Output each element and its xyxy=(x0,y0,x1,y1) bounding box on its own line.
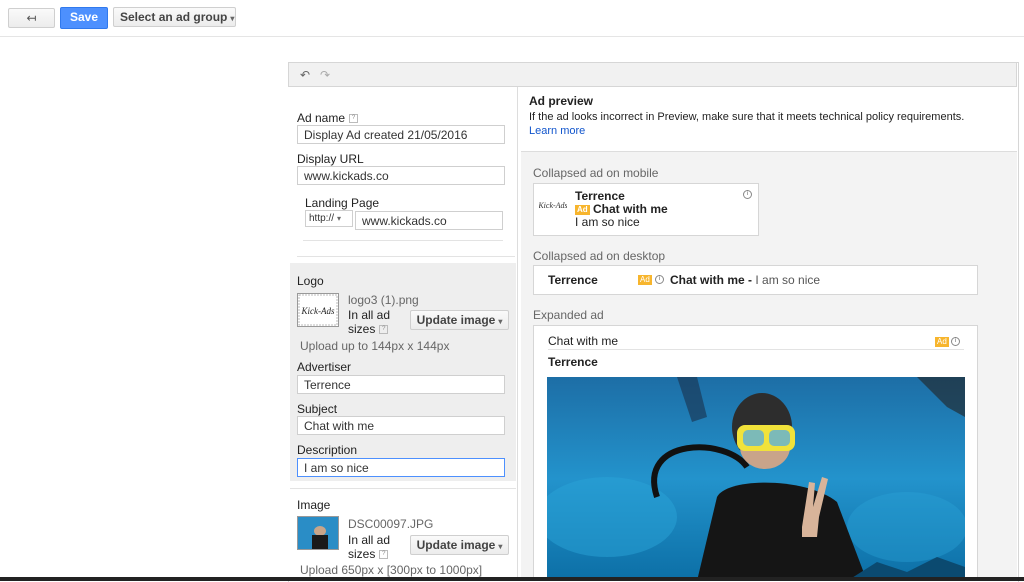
expanded-subject: Chat with me xyxy=(548,334,619,348)
ad-image xyxy=(547,377,965,581)
back-button[interactable]: ↤ xyxy=(8,8,55,28)
diver-photo-icon xyxy=(547,377,965,581)
help-icon[interactable]: ? xyxy=(379,325,389,335)
svg-text:Kick-Ads: Kick-Ads xyxy=(539,201,567,210)
description-input[interactable]: I am so nice xyxy=(297,458,505,477)
chevron-down-icon: ▾ xyxy=(337,214,342,223)
image-upload-hint: Upload 650px x [300px to 1000px] xyxy=(300,563,483,577)
expanded-advertiser: Terrence xyxy=(548,355,598,369)
update-image-button[interactable]: Update image ▾ xyxy=(410,535,509,555)
undo-icon[interactable]: ↶ xyxy=(300,68,310,82)
divider xyxy=(548,349,964,350)
ad-badge: Ad xyxy=(638,275,652,285)
help-icon[interactable]: ? xyxy=(379,550,389,560)
diver-photo-icon xyxy=(298,517,338,549)
preview-notice: If the ad looks incorrect in Preview, ma… xyxy=(529,111,965,123)
update-logo-button[interactable]: Update image ▾ xyxy=(410,310,509,330)
mobile-advertiser: Terrence xyxy=(575,189,625,203)
logo-thumbnail: Kick-Ads xyxy=(297,293,339,327)
info-icon[interactable]: i xyxy=(743,190,752,199)
logo-filename: logo3 (1).png xyxy=(348,293,419,307)
info-icon[interactable]: i xyxy=(655,275,664,284)
preview-title: Ad preview xyxy=(529,94,594,108)
logo-sizes-text: In all ad xyxy=(348,308,391,322)
display-url-input[interactable]: www.kickads.co xyxy=(297,166,505,185)
chevron-down-icon: ▾ xyxy=(230,14,235,23)
expanded-preview-label: Expanded ad xyxy=(533,308,604,322)
chevron-down-icon: ▾ xyxy=(498,542,503,551)
image-thumbnail xyxy=(297,516,339,550)
desktop-preview-label: Collapsed ad on desktop xyxy=(533,249,666,263)
divider xyxy=(297,256,515,257)
save-button[interactable]: Save xyxy=(60,7,108,29)
landing-url-input[interactable]: www.kickads.co xyxy=(355,211,503,230)
subject-input[interactable]: Chat with me xyxy=(297,416,505,435)
kickads-logo-icon: Kick-Ads xyxy=(298,294,338,326)
display-url-label: Display URL xyxy=(297,152,364,166)
image-sizes-text: In all ad xyxy=(348,533,391,547)
ad-badge: Ad xyxy=(575,204,590,215)
desktop-headline: Chat with me - I am so nice xyxy=(670,273,821,287)
chevron-down-icon: ▾ xyxy=(498,317,503,326)
divider xyxy=(303,240,503,241)
mobile-preview-label: Collapsed ad on mobile xyxy=(533,166,659,180)
redo-icon[interactable]: ↷ xyxy=(320,68,330,82)
divider xyxy=(290,488,516,489)
select-ad-group-dropdown[interactable]: Select an ad group ▾ xyxy=(113,7,236,27)
advertiser-input[interactable]: Terrence xyxy=(297,375,505,394)
logo-sizes-text: sizes? xyxy=(348,322,389,336)
learn-more-link[interactable]: Learn more xyxy=(529,125,585,137)
ad-group-label: Select an ad group xyxy=(120,10,228,24)
mobile-description: I am so nice xyxy=(575,215,640,229)
bottom-edge xyxy=(0,577,1024,581)
back-arrow-icon: ↤ xyxy=(26,11,37,25)
advertiser-label: Advertiser xyxy=(297,360,352,374)
kickads-logo-icon: Kick-Ads xyxy=(537,190,567,221)
subject-label: Subject xyxy=(297,402,338,416)
info-icon[interactable]: i xyxy=(951,337,960,346)
description-label: Description xyxy=(297,443,358,457)
image-sizes-text: sizes? xyxy=(348,547,389,561)
landing-page-label: Landing Page xyxy=(305,196,380,210)
ad-name-label: Ad name? xyxy=(297,111,359,125)
help-icon[interactable]: ? xyxy=(349,114,359,124)
logo-label: Logo xyxy=(297,274,324,288)
logo-upload-hint: Upload up to 144px x 144px xyxy=(300,339,450,353)
image-label: Image xyxy=(297,498,331,512)
ad-badge: Ad xyxy=(935,337,949,347)
ad-name-input[interactable]: Display Ad created 21/05/2016 xyxy=(297,125,505,144)
undo-toolbar xyxy=(288,62,1017,87)
image-filename: DSC00097.JPG xyxy=(348,517,434,531)
mobile-subject: Ad Chat with me xyxy=(575,202,668,216)
protocol-select[interactable]: http://▾ xyxy=(305,210,353,227)
svg-text:Kick-Ads: Kick-Ads xyxy=(301,306,335,316)
desktop-advertiser: Terrence xyxy=(548,273,598,287)
